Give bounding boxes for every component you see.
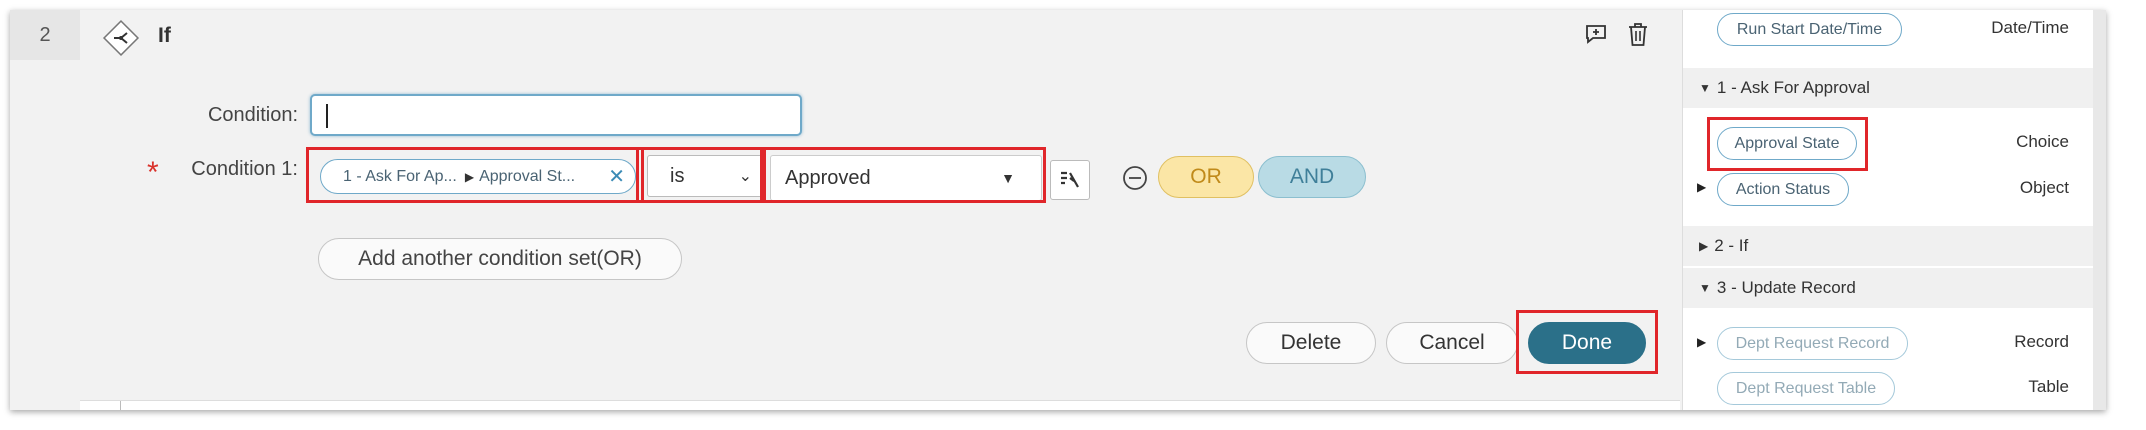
cancel-button[interactable]: Cancel (1386, 322, 1518, 364)
next-step-strip (80, 400, 1680, 410)
highlight-approval-state (1707, 117, 1868, 171)
and-button[interactable]: AND (1258, 156, 1366, 198)
highlight-field (306, 147, 644, 203)
data-pill-dept-request-table[interactable]: Dept Request Table (1717, 372, 1895, 405)
data-type-label: Table (2028, 377, 2069, 396)
data-pill-run-start[interactable]: Run Start Date/Time (1717, 13, 1902, 46)
text-cursor (326, 104, 328, 128)
section-title: 3 - Update Record (1716, 278, 1856, 297)
condition-1-label: Condition 1: (191, 158, 298, 180)
data-type-label: Choice (2016, 132, 2069, 151)
highlight-operator (636, 147, 766, 203)
required-marker: * (147, 156, 159, 189)
condition-input[interactable] (310, 94, 802, 136)
section-ask-for-approval[interactable]: ▼ 1 - Ask For Approval (1683, 68, 2106, 108)
flow-designer-panel: 2 If Condition: * Condition 1: 1 - Ask F… (10, 10, 2106, 410)
add-comment-icon[interactable] (1582, 20, 1610, 48)
data-pill-dept-request-record[interactable]: Dept Request Record (1717, 327, 1908, 360)
section-title: 1 - Ask For Approval (1716, 78, 1870, 97)
collapsed-caret-icon: ▶ (1699, 239, 1709, 253)
condition-text-field[interactable] (312, 96, 800, 134)
data-type-label: Record (2014, 332, 2069, 351)
data-type-label: Object (2019, 178, 2069, 197)
data-pill-picker: Run Start Date/Time Date/Time ▼ 1 - Ask … (1682, 10, 2106, 410)
expanded-caret-icon: ▼ (1699, 81, 1711, 95)
data-pill-action-status[interactable]: Action Status (1717, 173, 1849, 206)
collapsed-caret-icon[interactable]: ▶ (1697, 335, 1706, 349)
remove-condition-icon[interactable] (1122, 165, 1148, 191)
branch-diamond-icon (102, 19, 140, 57)
section-title: 2 - If (1714, 236, 1749, 255)
section-if[interactable]: ▶ 2 - If (1683, 226, 2106, 266)
condition-builder-icon (1061, 171, 1079, 188)
section-update-record[interactable]: ▼ 3 - Update Record (1683, 268, 2106, 308)
data-type-label: Date/Time (1991, 18, 2069, 37)
highlight-value (760, 147, 1046, 203)
condition-builder-button[interactable] (1050, 160, 1090, 200)
trash-icon[interactable] (1624, 20, 1652, 48)
highlight-done (1516, 310, 1658, 374)
expanded-caret-icon: ▼ (1699, 281, 1711, 295)
step-number: 2 (10, 10, 80, 60)
or-button[interactable]: OR (1158, 156, 1254, 198)
condition-label: Condition: (207, 104, 298, 126)
step-title: If (158, 24, 171, 47)
add-condition-set-button[interactable]: Add another condition set(OR) (318, 238, 682, 280)
scrollbar[interactable] (2093, 10, 2106, 410)
delete-button[interactable]: Delete (1246, 322, 1376, 364)
collapsed-caret-icon[interactable]: ▶ (1697, 180, 1706, 194)
